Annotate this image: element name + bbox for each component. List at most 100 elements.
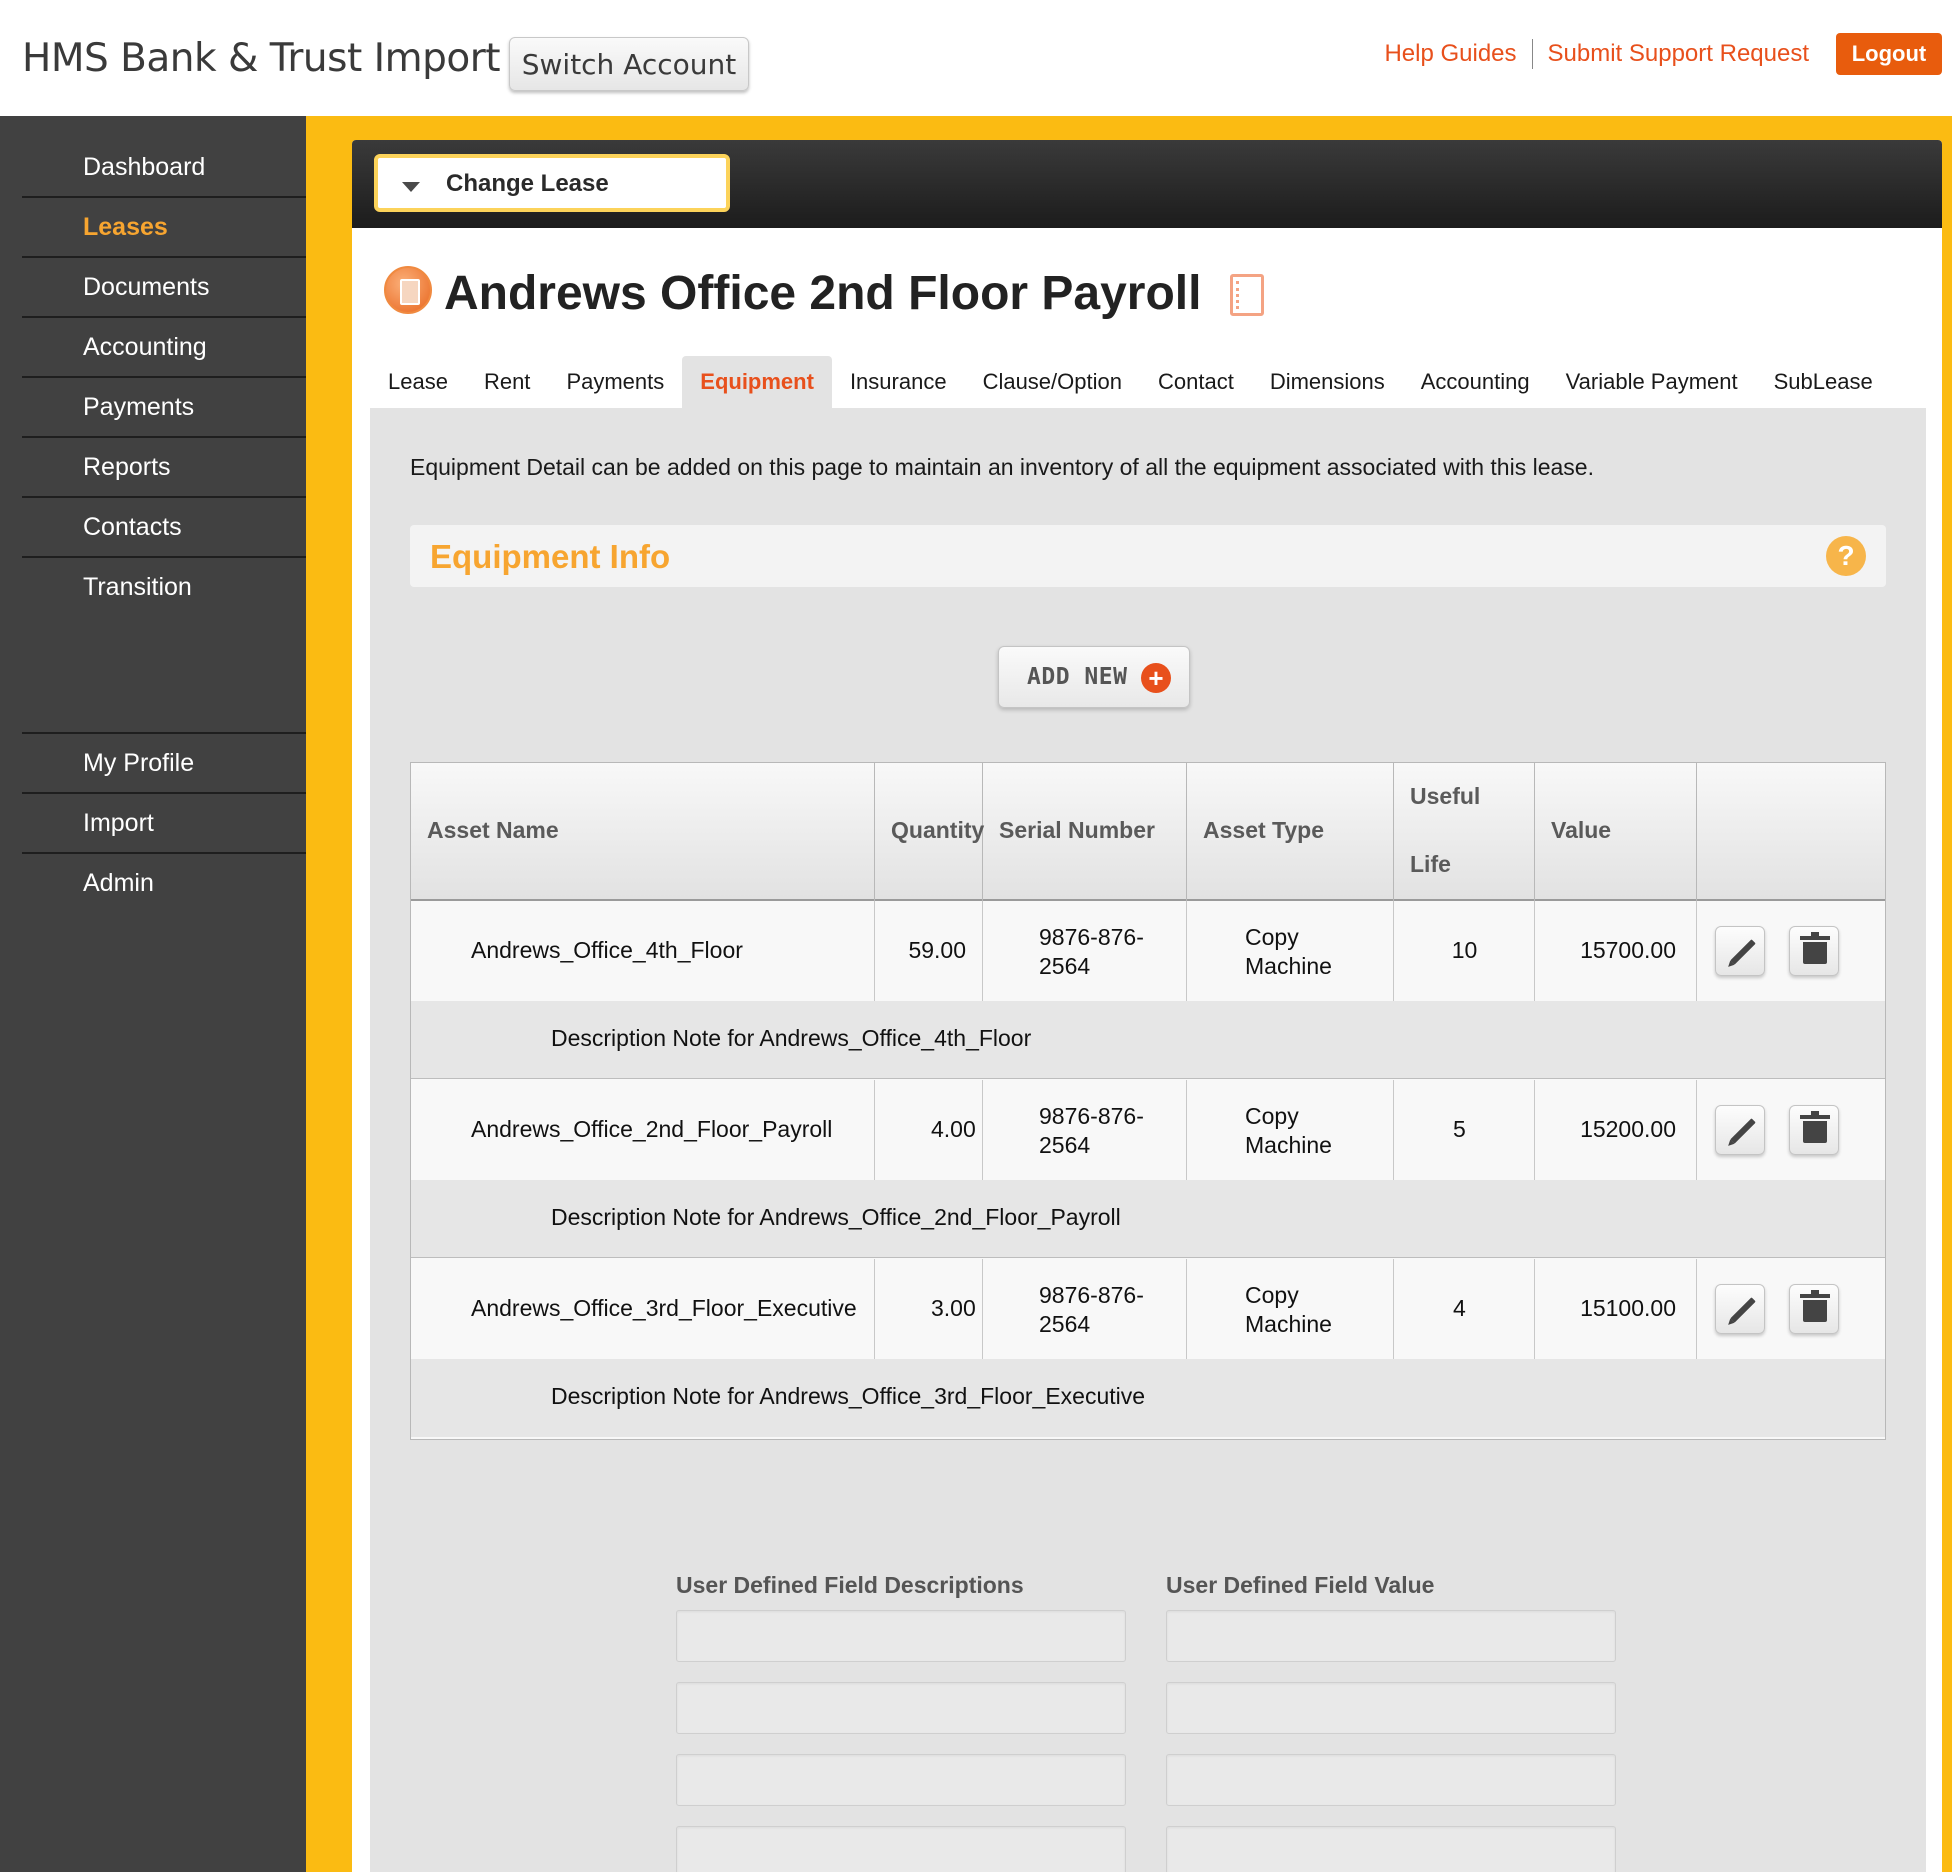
column-header-label: Asset Name [427, 817, 559, 843]
udf-description-field[interactable] [676, 1826, 1126, 1872]
sidebar-item-import[interactable]: Import [22, 794, 306, 854]
submit-support-request-link[interactable]: Submit Support Request [1548, 40, 1809, 68]
sidebar-item-label: Transition [83, 573, 192, 601]
tab-rent[interactable]: Rent [466, 356, 548, 408]
asset-name: Andrews_Office_4th_Floor [471, 937, 743, 963]
sidebar-item-transition[interactable]: Transition [22, 558, 306, 618]
useful-life: 5 [1453, 1116, 1466, 1142]
tab-clause-option[interactable]: Clause/Option [965, 356, 1140, 408]
add-new-button[interactable]: ADD NEW + [998, 646, 1190, 708]
delete-button[interactable] [1789, 926, 1839, 976]
udf-value-field[interactable] [1166, 1826, 1616, 1872]
equipment-tab-content: Equipment Detail can be added on this pa… [370, 408, 1926, 1872]
asset-name: Andrews_Office_2nd_Floor_Payroll [471, 1116, 833, 1142]
equipment-table: Asset Name Quantity Serial Number Asset … [410, 762, 1886, 1440]
description-note: Description Note for Andrews_Office_2nd_… [551, 1204, 1121, 1230]
delete-button[interactable] [1789, 1284, 1839, 1334]
sidebar-item-admin[interactable]: Admin [22, 854, 306, 914]
table-row: Andrews_Office_4th_Floor 59.00 9876-876-… [411, 901, 1885, 1001]
useful-life-cell: 4 [1394, 1259, 1535, 1359]
sidebar-item-dashboard[interactable]: Dashboard [22, 138, 306, 198]
asset-type: Copy Machine [1245, 1102, 1332, 1160]
useful-life: 10 [1451, 937, 1478, 963]
logout-button[interactable]: Logout [1836, 33, 1942, 75]
serial-number-cell: 9876-876- 2564 [983, 901, 1187, 1001]
column-header-label: Value [1551, 817, 1612, 843]
tab-sublease[interactable]: SubLease [1756, 356, 1891, 408]
edit-button[interactable] [1715, 1284, 1765, 1334]
asset-type-line: Machine [1245, 1132, 1332, 1158]
sidebar-item-documents[interactable]: Documents [22, 258, 306, 318]
description-row: Description Note for Andrews_Office_4th_… [411, 1001, 1885, 1079]
column-header-useful-life[interactable]: Useful Life [1394, 763, 1535, 901]
serial-number: 9876-876- 2564 [1039, 1281, 1144, 1339]
serial-line: 9876-876- [1039, 1282, 1144, 1308]
sidebar-item-leases[interactable]: Leases [22, 198, 306, 258]
description-row: Description Note for Andrews_Office_3rd_… [411, 1359, 1885, 1437]
column-header-asset-type[interactable]: Asset Type [1187, 763, 1394, 901]
value-cell: 15200.00 [1535, 1080, 1697, 1180]
column-header-label: Serial Number [999, 817, 1155, 843]
sidebar-item-label: Dashboard [83, 153, 206, 181]
tab-variable-payment[interactable]: Variable Payment [1548, 356, 1756, 408]
udf-value-field[interactable] [1166, 1754, 1616, 1806]
sidebar-item-accounting[interactable]: Accounting [22, 318, 306, 378]
useful-life: 4 [1453, 1295, 1466, 1321]
quantity-cell: 4.00 [875, 1080, 983, 1180]
column-header-label: Quantity [891, 817, 985, 843]
sidebar-item-payments[interactable]: Payments [22, 378, 306, 438]
edit-button[interactable] [1715, 926, 1765, 976]
column-header-asset-name[interactable]: Asset Name [411, 763, 875, 901]
sidebar-item-label: Contacts [83, 513, 182, 541]
column-header-value[interactable]: Value [1535, 763, 1697, 901]
udf-value-field[interactable] [1166, 1682, 1616, 1734]
tab-dimensions[interactable]: Dimensions [1252, 356, 1403, 408]
switch-account-button[interactable]: Switch Account [509, 37, 749, 91]
serial-line: 9876-876- [1039, 924, 1144, 950]
tab-payments[interactable]: Payments [548, 356, 682, 408]
sidebar-item-my-profile[interactable]: My Profile [22, 734, 306, 794]
help-guides-link[interactable]: Help Guides [1384, 40, 1516, 68]
add-new-label: ADD NEW [1027, 664, 1128, 690]
asset-type-cell: Copy Machine [1187, 901, 1394, 1001]
asset-type-line: Copy [1245, 924, 1299, 950]
column-header-serial-number[interactable]: Serial Number [983, 763, 1187, 901]
value: 15200.00 [1580, 1116, 1676, 1142]
tab-lease[interactable]: Lease [370, 356, 466, 408]
column-header-quantity[interactable]: Quantity [875, 763, 985, 901]
help-icon[interactable]: ? [1826, 536, 1866, 576]
tab-insurance[interactable]: Insurance [832, 356, 965, 408]
description-note: Description Note for Andrews_Office_4th_… [551, 1025, 1032, 1051]
trash-icon [1800, 932, 1830, 964]
page-title: Andrews Office 2nd Floor Payroll [444, 267, 1202, 320]
trash-icon [1800, 1290, 1830, 1322]
sidebar-item-label: Import [83, 809, 154, 837]
asset-type-line: Copy [1245, 1282, 1299, 1308]
app-title: HMS Bank & Trust Import [22, 36, 501, 81]
delete-button[interactable] [1789, 1105, 1839, 1155]
sidebar-item-contacts[interactable]: Contacts [22, 498, 306, 558]
lease-panel: Change Lease Andrews Office 2nd Floor Pa… [352, 140, 1942, 1872]
udf-description-field[interactable] [676, 1610, 1126, 1662]
plus-icon: + [1141, 663, 1171, 693]
udf-value-field[interactable] [1166, 1610, 1616, 1662]
quantity: 3.00 [931, 1295, 976, 1321]
tab-accounting[interactable]: Accounting [1403, 356, 1548, 408]
column-header-actions [1697, 763, 1885, 901]
value: 15700.00 [1580, 937, 1676, 963]
tab-contact[interactable]: Contact [1140, 356, 1252, 408]
notebook-icon[interactable] [1230, 274, 1264, 316]
actions-cell [1697, 1080, 1885, 1180]
udf-description-field[interactable] [676, 1682, 1126, 1734]
lease-tabs: Lease Rent Payments Equipment Insurance … [370, 356, 1891, 408]
tab-equipment[interactable]: Equipment [682, 356, 832, 408]
udf-description-field[interactable] [676, 1754, 1126, 1806]
value-cell: 15700.00 [1535, 901, 1697, 1001]
description-note: Description Note for Andrews_Office_3rd_… [551, 1383, 1146, 1409]
sidebar-item-reports[interactable]: Reports [22, 438, 306, 498]
asset-type-line: Copy [1245, 1103, 1299, 1129]
change-lease-dropdown[interactable]: Change Lease [374, 154, 730, 212]
edit-button[interactable] [1715, 1105, 1765, 1155]
edit-icon [1730, 939, 1756, 965]
sidebar-item-label: Admin [83, 869, 154, 897]
